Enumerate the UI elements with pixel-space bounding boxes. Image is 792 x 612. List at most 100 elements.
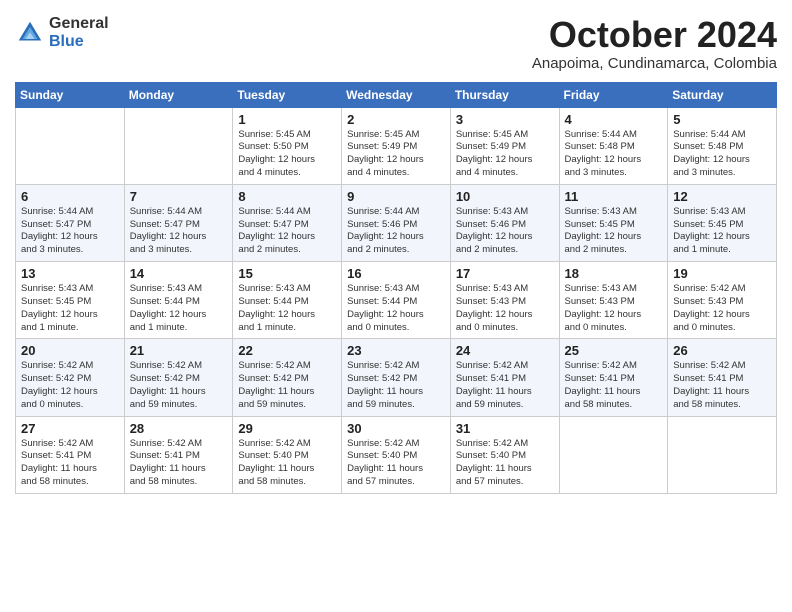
- location: Anapoima, Cundinamarca, Colombia: [532, 55, 777, 72]
- day-number: 17: [456, 266, 554, 281]
- calendar-cell: 31Sunrise: 5:42 AM Sunset: 5:40 PM Dayli…: [450, 416, 559, 493]
- calendar-cell: 23 Sunrise: 5:42 AM Sunset: 5:42 PM Dayli…: [342, 339, 451, 416]
- day-detail: Sunrise: 5:43 AM Sunset: 5:44 PM Dayligh…: [238, 283, 336, 334]
- calendar-week-row: 20Sunrise: 5:42 AM Sunset: 5:42 PM Dayli…: [16, 339, 777, 416]
- day-detail: Sunrise: 5:42 AM Sunset: 5:42 PM Dayligh…: [21, 360, 119, 411]
- day-number: 28: [130, 421, 228, 436]
- calendar-cell: 9 Sunrise: 5:44 AM Sunset: 5:46 PM Daylig…: [342, 184, 451, 261]
- day-detail: Sunrise: 5:43 AM Sunset: 5:44 PM Dayligh…: [130, 283, 228, 334]
- day-detail: Sunrise: 5:44 AM Sunset: 5:47 PM Dayligh…: [130, 206, 228, 257]
- day-number: 10: [456, 189, 554, 204]
- calendar-cell: 29 Sunrise: 5:42 AM Sunset: 5:40 PM Dayli…: [233, 416, 342, 493]
- day-detail: Sunrise: 5:42 AM Sunset: 5:42 PM Dayligh…: [347, 360, 445, 411]
- day-number: 29: [238, 421, 336, 436]
- day-detail: Sunrise: 5:45 AM Sunset: 5:49 PM Dayligh…: [347, 129, 445, 180]
- day-detail: Sunrise: 5:43 AM Sunset: 5:46 PM Dayligh…: [456, 206, 554, 257]
- day-number: 19: [673, 266, 771, 281]
- day-detail: Sunrise: 5:45 AM Sunset: 5:50 PM Dayligh…: [238, 129, 336, 180]
- calendar-cell: 17 Sunrise: 5:43 AM Sunset: 5:43 PM Dayli…: [450, 262, 559, 339]
- calendar-cell: [16, 107, 125, 184]
- calendar-week-row: 1 Sunrise: 5:45 AM Sunset: 5:50 PM Daylig…: [16, 107, 777, 184]
- day-detail: Sunrise: 5:42 AM Sunset: 5:40 PM Dayligh…: [347, 438, 445, 489]
- day-number: 1: [238, 112, 336, 127]
- calendar-cell: 25 Sunrise: 5:42 AM Sunset: 5:41 PM Dayli…: [559, 339, 668, 416]
- day-number: 31: [456, 421, 554, 436]
- day-number: 23: [347, 343, 445, 358]
- calendar-cell: 22Sunrise: 5:42 AM Sunset: 5:42 PM Dayli…: [233, 339, 342, 416]
- day-detail: Sunrise: 5:42 AM Sunset: 5:41 PM Dayligh…: [130, 438, 228, 489]
- day-number: 27: [21, 421, 119, 436]
- logo-blue-text: Blue: [49, 33, 109, 51]
- calendar-cell: 5 Sunrise: 5:44 AM Sunset: 5:48 PM Daylig…: [668, 107, 777, 184]
- calendar-cell: 7Sunrise: 5:44 AM Sunset: 5:47 PM Daylig…: [124, 184, 233, 261]
- day-number: 3: [456, 112, 554, 127]
- day-number: 14: [130, 266, 228, 281]
- calendar-cell: 15 Sunrise: 5:43 AM Sunset: 5:44 PM Dayli…: [233, 262, 342, 339]
- calendar-week-row: 13Sunrise: 5:43 AM Sunset: 5:45 PM Dayli…: [16, 262, 777, 339]
- calendar-header-row: SundayMondayTuesdayWednesdayThursdayFrid…: [16, 82, 777, 107]
- calendar-cell: 28 Sunrise: 5:42 AM Sunset: 5:41 PM Dayli…: [124, 416, 233, 493]
- day-number: 13: [21, 266, 119, 281]
- day-detail: Sunrise: 5:42 AM Sunset: 5:42 PM Dayligh…: [238, 360, 336, 411]
- page-header: General Blue October 2024 Anapoima, Cund…: [15, 15, 777, 72]
- day-detail: Sunrise: 5:42 AM Sunset: 5:42 PM Dayligh…: [130, 360, 228, 411]
- day-detail: Sunrise: 5:42 AM Sunset: 5:40 PM Dayligh…: [238, 438, 336, 489]
- title-block: October 2024 Anapoima, Cundinamarca, Col…: [532, 15, 777, 72]
- calendar-cell: 3 Sunrise: 5:45 AM Sunset: 5:49 PM Daylig…: [450, 107, 559, 184]
- weekday-header: Sunday: [16, 82, 125, 107]
- logo: General Blue: [15, 15, 109, 50]
- day-detail: Sunrise: 5:42 AM Sunset: 5:41 PM Dayligh…: [565, 360, 663, 411]
- calendar-cell: [668, 416, 777, 493]
- calendar-cell: 11 Sunrise: 5:43 AM Sunset: 5:45 PM Dayli…: [559, 184, 668, 261]
- day-number: 6: [21, 189, 119, 204]
- day-number: 30: [347, 421, 445, 436]
- month-title: October 2024: [532, 15, 777, 55]
- logo-general-text: General: [49, 15, 109, 33]
- day-number: 11: [565, 189, 663, 204]
- day-number: 2: [347, 112, 445, 127]
- calendar-cell: 12Sunrise: 5:43 AM Sunset: 5:45 PM Dayli…: [668, 184, 777, 261]
- calendar-cell: 21 Sunrise: 5:42 AM Sunset: 5:42 PM Dayli…: [124, 339, 233, 416]
- weekday-header: Thursday: [450, 82, 559, 107]
- calendar-cell: [559, 416, 668, 493]
- calendar-cell: 2 Sunrise: 5:45 AM Sunset: 5:49 PM Daylig…: [342, 107, 451, 184]
- day-number: 9: [347, 189, 445, 204]
- day-detail: Sunrise: 5:45 AM Sunset: 5:49 PM Dayligh…: [456, 129, 554, 180]
- day-number: 24: [456, 343, 554, 358]
- calendar-cell: 24 Sunrise: 5:42 AM Sunset: 5:41 PM Dayli…: [450, 339, 559, 416]
- calendar-cell: 30 Sunrise: 5:42 AM Sunset: 5:40 PM Dayli…: [342, 416, 451, 493]
- day-detail: Sunrise: 5:44 AM Sunset: 5:46 PM Dayligh…: [347, 206, 445, 257]
- day-detail: Sunrise: 5:43 AM Sunset: 5:43 PM Dayligh…: [565, 283, 663, 334]
- calendar-cell: 8Sunrise: 5:44 AM Sunset: 5:47 PM Daylig…: [233, 184, 342, 261]
- calendar-week-row: 6 Sunrise: 5:44 AM Sunset: 5:47 PM Daylig…: [16, 184, 777, 261]
- day-number: 4: [565, 112, 663, 127]
- calendar-cell: 16 Sunrise: 5:43 AM Sunset: 5:44 PM Dayli…: [342, 262, 451, 339]
- day-number: 18: [565, 266, 663, 281]
- calendar-cell: 4Sunrise: 5:44 AM Sunset: 5:48 PM Daylig…: [559, 107, 668, 184]
- calendar-cell: 14 Sunrise: 5:43 AM Sunset: 5:44 PM Dayli…: [124, 262, 233, 339]
- day-number: 15: [238, 266, 336, 281]
- day-detail: Sunrise: 5:43 AM Sunset: 5:44 PM Dayligh…: [347, 283, 445, 334]
- calendar-cell: 6Sunrise: 5:44 AM Sunset: 5:47 PM Daylig…: [16, 184, 125, 261]
- day-detail: Sunrise: 5:43 AM Sunset: 5:43 PM Dayligh…: [456, 283, 554, 334]
- day-number: 16: [347, 266, 445, 281]
- day-detail: Sunrise: 5:44 AM Sunset: 5:47 PM Dayligh…: [238, 206, 336, 257]
- weekday-header: Tuesday: [233, 82, 342, 107]
- calendar-table: SundayMondayTuesdayWednesdayThursdayFrid…: [15, 82, 777, 494]
- logo-icon: [15, 18, 45, 48]
- weekday-header: Saturday: [668, 82, 777, 107]
- weekday-header: Monday: [124, 82, 233, 107]
- day-number: 26: [673, 343, 771, 358]
- day-number: 21: [130, 343, 228, 358]
- day-detail: Sunrise: 5:43 AM Sunset: 5:45 PM Dayligh…: [565, 206, 663, 257]
- day-detail: Sunrise: 5:42 AM Sunset: 5:41 PM Dayligh…: [673, 360, 771, 411]
- day-detail: Sunrise: 5:42 AM Sunset: 5:43 PM Dayligh…: [673, 283, 771, 334]
- calendar-cell: 19 Sunrise: 5:42 AM Sunset: 5:43 PM Dayli…: [668, 262, 777, 339]
- day-number: 5: [673, 112, 771, 127]
- calendar-cell: [124, 107, 233, 184]
- day-detail: Sunrise: 5:44 AM Sunset: 5:48 PM Dayligh…: [673, 129, 771, 180]
- day-number: 12: [673, 189, 771, 204]
- day-detail: Sunrise: 5:42 AM Sunset: 5:41 PM Dayligh…: [456, 360, 554, 411]
- calendar-cell: 1 Sunrise: 5:45 AM Sunset: 5:50 PM Daylig…: [233, 107, 342, 184]
- day-number: 25: [565, 343, 663, 358]
